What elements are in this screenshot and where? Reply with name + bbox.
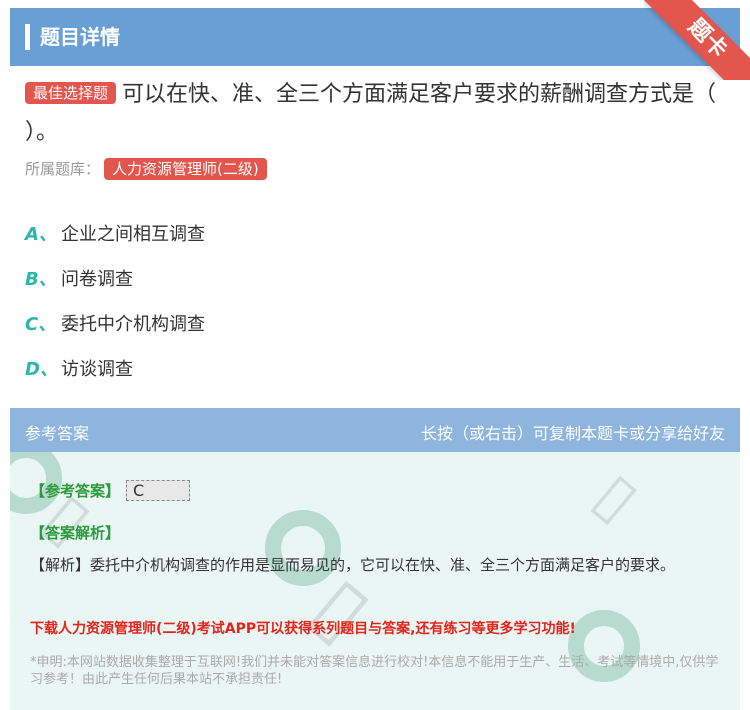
header-bar: 题目详情: [10, 8, 740, 66]
explain-text: 【解析】委托中介机构调查的作用是显而易见的，它可以在快、准、全三个方面满足客户的…: [30, 556, 676, 574]
question-type-badge: 最佳选择题: [25, 82, 117, 104]
option-letter: A、: [25, 223, 57, 245]
answer-line: 【参考答案】 C: [30, 480, 191, 501]
watermark-icon: ▯: [581, 459, 652, 535]
options-list: A、 企业之间相互调查 B、 问卷调查 C、 委托中介机构调查 D、 访谈调查: [25, 210, 205, 390]
option-text: 问卷调查: [61, 268, 133, 290]
disclaimer-text: *申明:本网站数据收集整理于互联网!我们并未能对答案信息进行校对!本信息不能用于…: [30, 655, 719, 687]
answer-header-label: 参考答案: [25, 424, 90, 443]
header-accent-bar: [25, 24, 30, 50]
option-d[interactable]: D、 访谈调查: [25, 345, 205, 390]
page-title: 题目详情: [40, 25, 120, 49]
option-b[interactable]: B、 问卷调查: [25, 255, 205, 300]
option-letter: D、: [25, 358, 58, 380]
download-app-link[interactable]: 下载人力资源管理师(二级)考试APP可以获得系列题目与答案,还有练习等更多学习功…: [30, 618, 576, 638]
option-text: 委托中介机构调查: [61, 313, 205, 335]
answer-body: ▯ ▯ ▯ 【参考答案】 C 【答案解析】 【解析】委托中介机构调查的作用是显而易…: [10, 452, 740, 710]
answer-header: 参考答案 长按（或右击）可复制本题卡或分享给好友: [10, 408, 740, 452]
option-letter: B、: [25, 268, 57, 290]
answer-label: 【参考答案】: [30, 482, 121, 500]
question-text-block: 最佳选择题 可以在快、准、全三个方面满足客户要求的薪酬调查方式是（ ）。: [25, 76, 725, 152]
corner-ribbon: 题卡: [644, 0, 750, 80]
question-text: 可以在快、准、全三个方面满足客户要求的薪酬调查方式是（ ）。: [25, 82, 717, 145]
ribbon-label: 题卡: [644, 0, 750, 80]
explain-label: 【答案解析】: [30, 524, 121, 542]
option-a[interactable]: A、 企业之间相互调查: [25, 210, 205, 255]
answer-value: C: [126, 480, 191, 501]
bank-tag[interactable]: 人力资源管理师(二级): [104, 158, 267, 180]
share-hint: 长按（或右击）可复制本题卡或分享给好友: [420, 424, 725, 443]
option-letter: C、: [25, 313, 57, 335]
question-bank: 所属题库： 人力资源管理师(二级): [25, 158, 267, 180]
option-text: 企业之间相互调查: [61, 223, 205, 245]
option-text: 访谈调查: [61, 358, 133, 380]
bank-label: 所属题库：: [25, 160, 101, 178]
option-c[interactable]: C、 委托中介机构调查: [25, 300, 205, 345]
